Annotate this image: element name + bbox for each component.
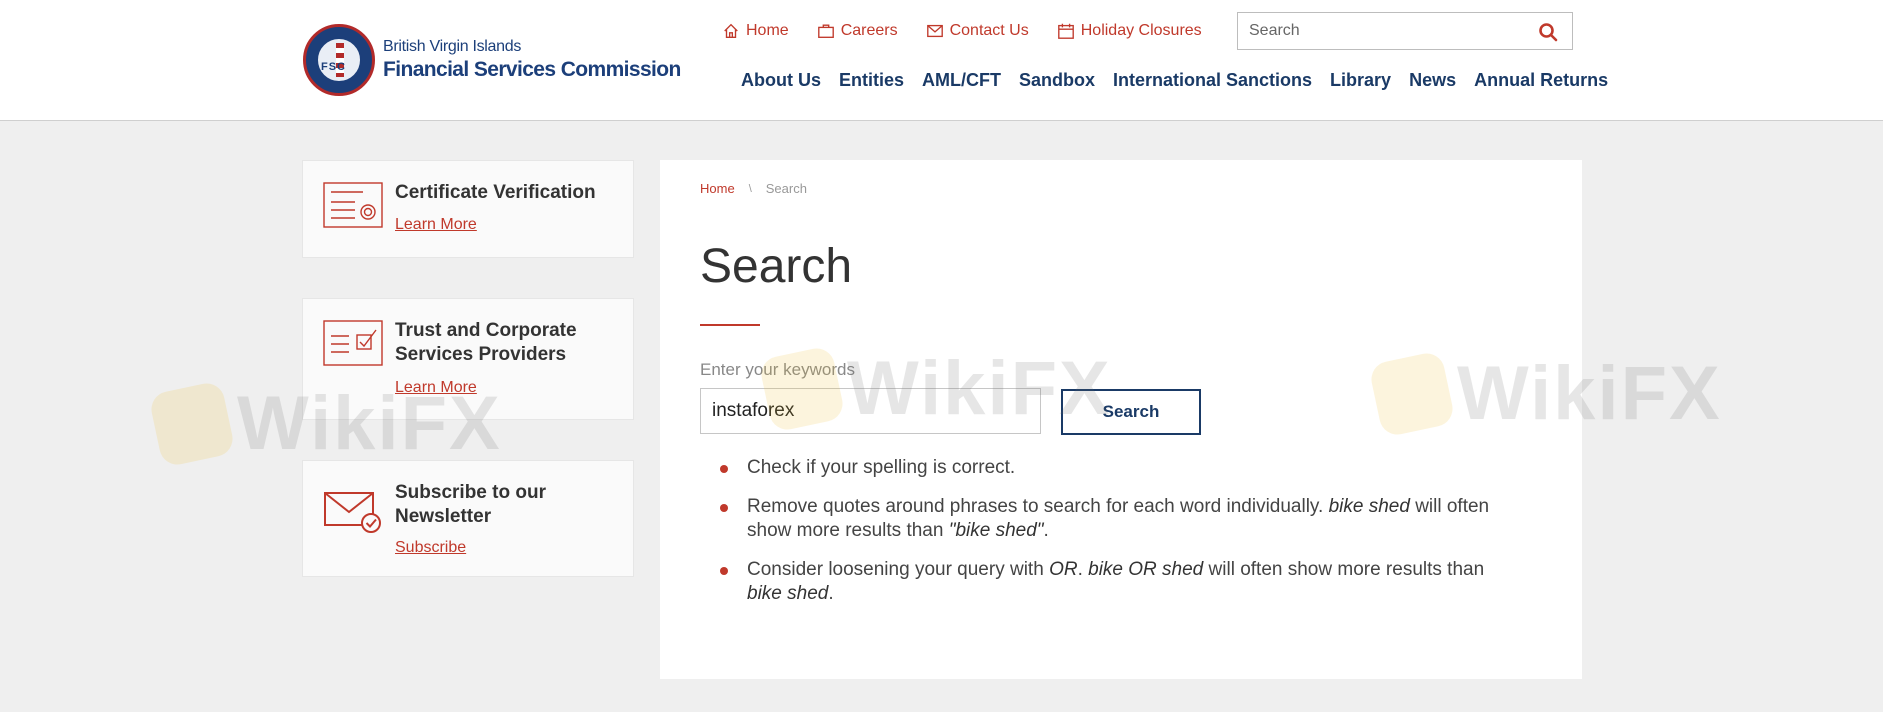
- nav-news[interactable]: News: [1409, 70, 1456, 91]
- search-button[interactable]: Search: [1061, 389, 1201, 435]
- checklist-icon: [323, 320, 383, 366]
- card-title: Subscribe to our Newsletter: [395, 482, 546, 527]
- briefcase-icon: [817, 24, 834, 38]
- certificate-icon: [323, 182, 383, 228]
- util-holiday-link[interactable]: Holiday Closures: [1057, 22, 1202, 40]
- util-careers-label: Careers: [840, 22, 898, 39]
- fsc-seal-icon: FSC: [303, 24, 375, 96]
- header-search: [1237, 12, 1573, 50]
- envelope-check-icon: [324, 492, 381, 533]
- nav-about-us[interactable]: About Us: [741, 70, 821, 91]
- main-nav: About Us Entities AML/CFT Sandbox Intern…: [741, 70, 1608, 91]
- nav-entities[interactable]: Entities: [839, 70, 904, 91]
- keywords-label: Enter your keywords: [700, 360, 855, 379]
- home-icon: [724, 23, 738, 38]
- search-icon[interactable]: [1538, 22, 1558, 42]
- util-home-label: Home: [746, 22, 789, 39]
- learn-more-link[interactable]: Learn More: [395, 216, 477, 234]
- list-item: Consider loosening your query with OR. b…: [720, 558, 1520, 606]
- sidebar-card-newsletter: Subscribe to our Newsletter Subscribe: [302, 460, 634, 577]
- page-title: Search: [700, 240, 853, 293]
- learn-more-link[interactable]: Learn More: [395, 379, 477, 397]
- util-contact-link[interactable]: Contact Us: [926, 22, 1029, 40]
- calendar-icon: [1057, 23, 1074, 39]
- util-careers-link[interactable]: Careers: [817, 22, 898, 40]
- search-panel: Home \ Search Search Enter your keywords…: [660, 160, 1582, 679]
- nav-aml-cft[interactable]: AML/CFT: [922, 70, 1001, 91]
- card-title: Certificate Verification: [395, 182, 596, 203]
- list-item: Remove quotes around phrases to search f…: [720, 495, 1520, 543]
- site-header: FSC British Virgin Islands Financial Ser…: [0, 0, 1883, 121]
- nav-sandbox[interactable]: Sandbox: [1019, 70, 1095, 91]
- util-contact-label: Contact Us: [949, 22, 1029, 39]
- search-tips: Check if your spelling is correct. Remov…: [720, 456, 1520, 621]
- breadcrumb-home[interactable]: Home: [700, 181, 735, 196]
- watermark-badge: [148, 379, 236, 468]
- envelope-icon: [926, 24, 943, 38]
- list-item: Check if your spelling is correct.: [720, 456, 1520, 480]
- subscribe-link[interactable]: Subscribe: [395, 539, 466, 557]
- breadcrumb: Home \ Search: [700, 181, 807, 196]
- nav-library[interactable]: Library: [1330, 70, 1391, 91]
- nav-international-sanctions[interactable]: International Sanctions: [1113, 70, 1312, 91]
- logo-line-2: Financial Services Commission: [383, 58, 681, 81]
- sidebar-card-certificate: Certificate Verification Learn More: [302, 160, 634, 258]
- header-search-input[interactable]: [1238, 13, 1528, 49]
- breadcrumb-separator: \: [748, 182, 752, 195]
- logo-text: British Virgin Islands Financial Service…: [383, 38, 681, 82]
- site-logo[interactable]: FSC British Virgin Islands Financial Ser…: [303, 24, 681, 96]
- logo-line-1: British Virgin Islands: [383, 38, 522, 55]
- util-home-link[interactable]: Home: [722, 22, 789, 40]
- title-underline: [700, 324, 760, 326]
- util-holiday-label: Holiday Closures: [1080, 22, 1202, 39]
- nav-annual-returns[interactable]: Annual Returns: [1474, 70, 1608, 91]
- seal-text: FSC: [321, 61, 346, 73]
- card-title: Trust and Corporate Services Providers: [395, 320, 577, 365]
- utility-nav: Home Careers Contact Us Holiday Closures: [722, 22, 1202, 40]
- keywords-input[interactable]: [700, 388, 1041, 434]
- breadcrumb-current: Search: [765, 181, 807, 196]
- sidebar-card-trust: Trust and Corporate Services Providers L…: [302, 298, 634, 420]
